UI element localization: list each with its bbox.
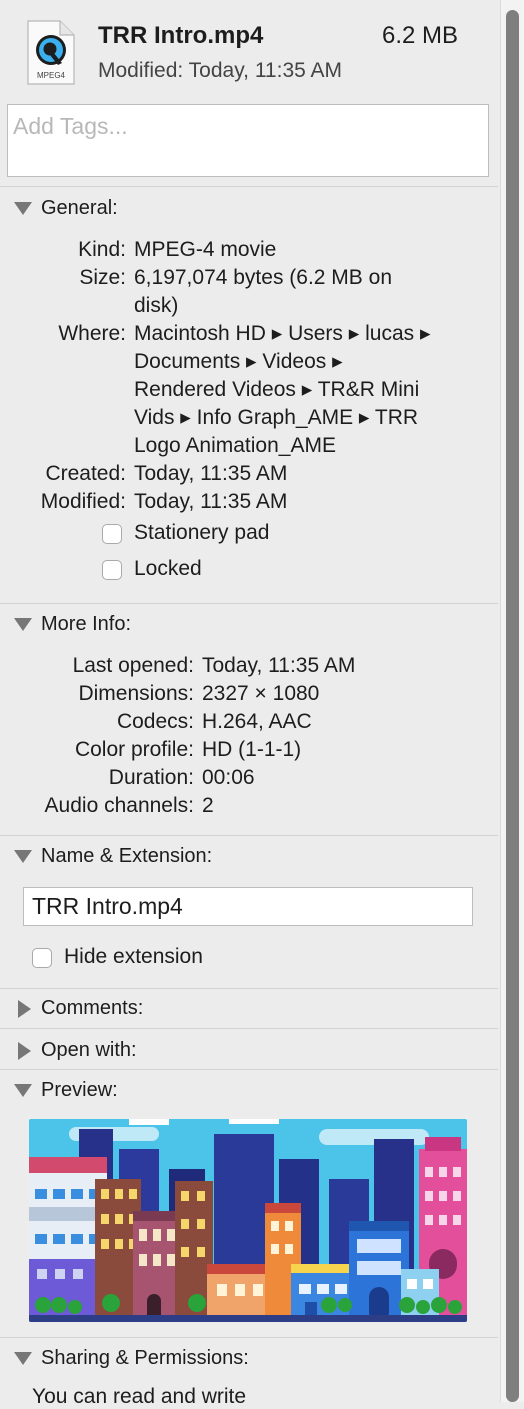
tags-placeholder: Add Tags... (13, 113, 128, 139)
vertical-scrollbar-thumb[interactable] (506, 10, 519, 1402)
info-value: 00:06 (202, 766, 255, 789)
disclosure-triangle-expanded-icon[interactable] (14, 850, 32, 863)
section-title: Open with: (41, 1039, 137, 1061)
file-name-field-wrapper (23, 887, 473, 926)
info-value-path: Macintosh HD ▸ Users ▸ lucas ▸ Documents… (134, 320, 431, 460)
disclosure-triangle-collapsed-icon[interactable] (18, 999, 31, 1018)
hide-extension-label: Hide extension (64, 945, 203, 968)
section-divider (0, 186, 498, 187)
info-value-line: Rendered Videos ▸ TR&R Mini (134, 378, 420, 401)
info-value-line: Vids ▸ Info Graph_AME ▸ TRR (134, 406, 419, 429)
info-label: Where: (58, 322, 126, 345)
file-size: 6.2 MB (381, 22, 458, 49)
info-label: Last opened: (72, 654, 194, 677)
locked-label: Locked (134, 557, 202, 580)
disclosure-triangle-collapsed-icon[interactable] (18, 1041, 31, 1060)
section-title: General: (41, 197, 118, 219)
section-divider (0, 988, 498, 989)
info-label: Kind: (78, 238, 126, 261)
video-preview-thumbnail[interactable] (29, 1119, 467, 1322)
section-open-with-header[interactable]: Open with: (14, 1039, 137, 1062)
info-label: Color profile: (74, 738, 194, 761)
info-value-line: 6,197,074 bytes (6.2 MB on (134, 266, 392, 289)
info-value-line: disk) (134, 294, 179, 317)
info-label: Size: (79, 266, 126, 289)
info-value: 2327 × 1080 (202, 682, 320, 705)
section-title: More Info: (41, 613, 132, 635)
info-value: HD (1-1-1) (202, 738, 302, 761)
info-value: 6,197,074 bytes (6.2 MB on disk) (134, 264, 392, 320)
section-general-header[interactable]: General: (14, 197, 118, 220)
info-value-line: Documents ▸ Videos ▸ (134, 350, 343, 373)
disclosure-triangle-expanded-icon[interactable] (14, 618, 32, 631)
info-value-line: Logo Animation_AME (134, 434, 336, 457)
file-name-title: TRR Intro.mp4 (98, 22, 264, 49)
disclosure-triangle-expanded-icon[interactable] (14, 202, 32, 215)
section-title: Sharing & Permissions: (41, 1347, 249, 1369)
city-illustration (29, 1119, 467, 1322)
section-title: Preview: (41, 1079, 118, 1101)
file-name-input[interactable] (24, 888, 472, 925)
section-comments-header[interactable]: Comments: (14, 997, 143, 1020)
info-value: Today, 11:35 AM (134, 462, 288, 485)
info-label: Codecs: (116, 710, 194, 733)
disclosure-triangle-expanded-icon[interactable] (14, 1352, 32, 1365)
tags-field[interactable]: Add Tags... (7, 104, 489, 177)
info-label: Modified: (40, 490, 126, 513)
modified-date: Modified: Today, 11:35 AM (98, 59, 342, 82)
permissions-text: You can read and write (32, 1385, 247, 1408)
section-divider (0, 1337, 498, 1338)
section-title: Comments: (41, 997, 144, 1019)
section-divider (0, 1069, 498, 1070)
section-more-info-header[interactable]: More Info: (14, 613, 131, 636)
info-value-line: Macintosh HD ▸ Users ▸ lucas ▸ (134, 322, 431, 345)
info-label: Dimensions: (78, 682, 194, 705)
section-sharing-permissions-header[interactable]: Sharing & Permissions: (14, 1347, 249, 1370)
info-value: MPEG-4 movie (134, 238, 277, 261)
section-name-extension-header[interactable]: Name & Extension: (14, 845, 212, 868)
quicktime-file-icon: MPEG4 (22, 20, 76, 86)
info-label: Audio channels: (44, 794, 194, 817)
info-value: H.264, AAC (202, 710, 312, 733)
locked-checkbox[interactable] (102, 560, 122, 580)
hide-extension-checkbox[interactable] (32, 948, 52, 968)
info-label: Created: (45, 462, 126, 485)
file-type-label: MPEG4 (37, 71, 66, 80)
section-divider (0, 603, 498, 604)
stationery-pad-checkbox[interactable] (102, 524, 122, 544)
section-preview-header[interactable]: Preview: (14, 1079, 118, 1102)
info-value: 2 (202, 794, 214, 817)
disclosure-triangle-expanded-icon[interactable] (14, 1084, 32, 1097)
section-divider (0, 1028, 498, 1029)
info-value: Today, 11:35 AM (202, 654, 356, 677)
info-label: Duration: (108, 766, 194, 789)
section-divider (0, 835, 498, 836)
get-info-panel: MPEG4 TRR Intro.mp4 6.2 MB Modified: Tod… (0, 0, 500, 1408)
section-title: Name & Extension: (41, 845, 213, 867)
info-value: Today, 11:35 AM (134, 490, 288, 513)
stationery-pad-label: Stationery pad (134, 521, 270, 544)
